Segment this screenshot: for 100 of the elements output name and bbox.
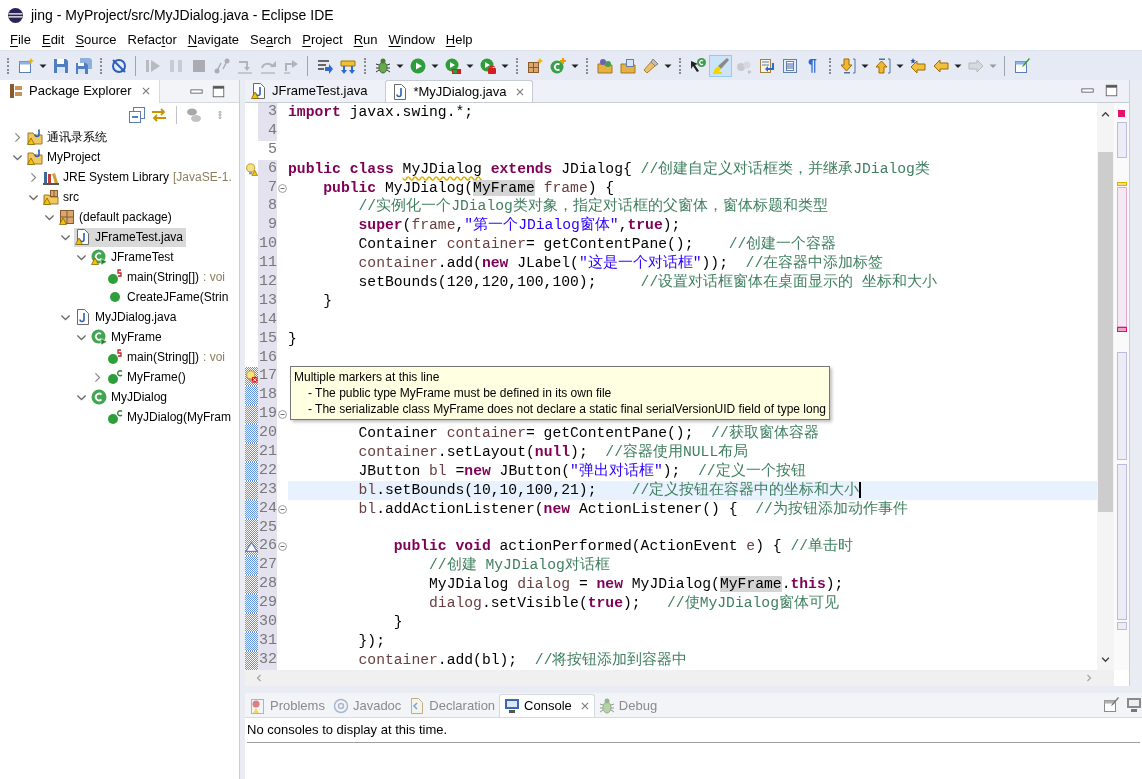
line-number: 17 xyxy=(258,367,277,387)
code-line: //创建 MyJDialog对话框 xyxy=(428,556,610,576)
line-number: 5 xyxy=(267,140,277,160)
collapse-minus-icon[interactable] xyxy=(278,504,287,514)
scroll-up-icon[interactable] xyxy=(1101,110,1110,119)
menu-item[interactable]: Source xyxy=(70,30,122,50)
flashlight-icon xyxy=(642,57,659,74)
line-number: 12 xyxy=(258,273,277,292)
class-plus-icon xyxy=(549,57,566,74)
line-number: 8 xyxy=(258,197,277,217)
editor-tab[interactable]: *MyJDialog.java xyxy=(385,80,533,102)
play-badge-icon xyxy=(444,57,461,74)
code-line: } xyxy=(392,613,403,632)
menu-item[interactable]: Help xyxy=(440,30,478,50)
framed-lines-icon xyxy=(781,57,798,74)
line-number: 3 xyxy=(258,103,277,122)
window-pen-icon xyxy=(1013,57,1030,74)
code-line: import javax.swing.*; xyxy=(288,103,474,122)
tree-item[interactable]: JFrameTest.java xyxy=(74,227,187,247)
code-line: } xyxy=(288,329,297,349)
code-line: JButton bl =new JButton("弹出对话框"); //定义一个按钮 xyxy=(357,461,806,481)
tree-item[interactable]: MyFrame xyxy=(90,327,165,347)
console-message: No consoles to display at this time. xyxy=(247,722,448,737)
right-arrow-icon xyxy=(967,57,984,74)
tree-item[interactable]: JRE System Library [JavaSE-1. xyxy=(42,167,235,187)
tree-item[interactable]: (default package) xyxy=(58,207,175,227)
maximize-icon[interactable] xyxy=(1105,84,1118,97)
code-line: public MyJDialog(MyFrame frame) { xyxy=(322,178,615,197)
vertical-scrollbar[interactable] xyxy=(1097,103,1114,670)
code-line: setBounds(120,120,100,100); //设置对话框窗体在桌面显示的 坐标和大小 xyxy=(357,273,937,292)
change-marker xyxy=(1116,622,1127,630)
error-marker xyxy=(1116,327,1127,332)
node-link-icon xyxy=(213,57,230,74)
maximize-icon[interactable] xyxy=(212,84,225,98)
tree-item[interactable]: MyProject xyxy=(26,147,104,167)
menu-item[interactable]: Edit xyxy=(36,30,70,50)
monitor-icon xyxy=(504,698,521,714)
code-line: Container container= getContentPane(); //获取窗体容器 xyxy=(357,424,819,443)
warning-marker xyxy=(1116,182,1127,186)
close-icon[interactable] xyxy=(579,701,590,711)
change-marker xyxy=(1116,122,1127,158)
tree-item[interactable]: CreateJFame(Strin xyxy=(106,287,232,307)
code-line: dialog.setVisible(true); //使MyJDialog窗体可见 xyxy=(428,594,839,614)
window-sparkle-icon xyxy=(17,57,34,74)
tree-item[interactable]: main(String[]) : voi xyxy=(106,267,229,287)
menu-item[interactable]: Navigate xyxy=(182,30,245,50)
tree-item[interactable]: 通讯录系统 xyxy=(26,127,110,147)
tree-item[interactable]: MyJDialog(MyFram xyxy=(106,407,234,427)
tree-item[interactable]: MyJDialog xyxy=(90,387,170,407)
play-bar-icon xyxy=(144,57,161,74)
two-way-arrows-icon[interactable] xyxy=(151,107,167,123)
tree-item[interactable]: MyJDialog.java xyxy=(74,307,180,327)
menu-item[interactable]: Search xyxy=(245,30,297,50)
line-number: 6 xyxy=(258,159,277,179)
view-tab[interactable]: Console xyxy=(499,694,595,717)
scroll-thumb[interactable] xyxy=(1098,152,1113,512)
striped-circle-icon xyxy=(8,7,23,23)
folder-spheres-icon xyxy=(596,57,613,74)
pause-icon xyxy=(167,57,184,74)
line-number: 18 xyxy=(258,386,277,406)
monitor-icon[interactable] xyxy=(1126,697,1142,713)
folder-clipboard-icon xyxy=(619,57,636,74)
code-line: } xyxy=(322,291,333,311)
clipboard-marks-icon xyxy=(250,697,266,714)
left-arrow-icon xyxy=(932,57,949,74)
cylinders-icon[interactable] xyxy=(186,107,202,123)
line-number: 29 xyxy=(258,594,277,614)
stop-square-icon xyxy=(190,57,207,74)
line-number: 28 xyxy=(258,575,277,595)
pointer-class-icon xyxy=(689,57,706,74)
close-icon[interactable] xyxy=(140,86,151,96)
collapse-minus-icon[interactable] xyxy=(278,542,287,552)
collapse-all-icon[interactable] xyxy=(129,107,145,123)
tree-item[interactable]: JFrameTest xyxy=(90,247,177,267)
highlighter-icon xyxy=(712,57,729,74)
collapse-minus-icon[interactable] xyxy=(278,410,287,420)
tooltip-item: - The serializable class MyFrame does not declare a static final serialVersionUID field of type long xyxy=(307,401,826,417)
scroll-down-icon[interactable] xyxy=(1101,655,1110,664)
line-number: 27 xyxy=(258,556,277,576)
tree-item[interactable]: src xyxy=(42,187,82,207)
play-toolbox-icon xyxy=(479,57,496,74)
menu-item[interactable]: Window xyxy=(383,30,440,50)
pilcrow-button[interactable]: ¶ xyxy=(801,54,824,77)
menu-item[interactable]: Project xyxy=(297,30,348,50)
menu-item[interactable]: File xyxy=(5,30,36,50)
bug-icon xyxy=(374,57,391,74)
menu-item[interactable]: Refactor xyxy=(122,30,182,50)
window-pen-icon[interactable] xyxy=(1103,697,1119,713)
line-number: 19 xyxy=(258,405,277,425)
code-line: bl.setBounds(10,10,100,21); //定义按钮在容器中的坐标和大小 xyxy=(357,480,860,500)
tree-item[interactable]: MyFrame() xyxy=(106,367,189,387)
collapse-minus-icon[interactable] xyxy=(278,183,287,193)
editor-tab[interactable]: JFrameTest.java xyxy=(245,80,386,102)
close-icon[interactable] xyxy=(514,86,525,97)
line-number: 11 xyxy=(258,254,277,273)
view-tab[interactable]: Package Explorer xyxy=(0,79,160,103)
code-line: container.add(bl); //将按钮添加到容器中 xyxy=(357,650,688,670)
line-number: 10 xyxy=(258,235,277,255)
tree-item[interactable]: main(String[]) : voi xyxy=(106,347,229,367)
menu-item[interactable]: Run xyxy=(348,30,383,50)
